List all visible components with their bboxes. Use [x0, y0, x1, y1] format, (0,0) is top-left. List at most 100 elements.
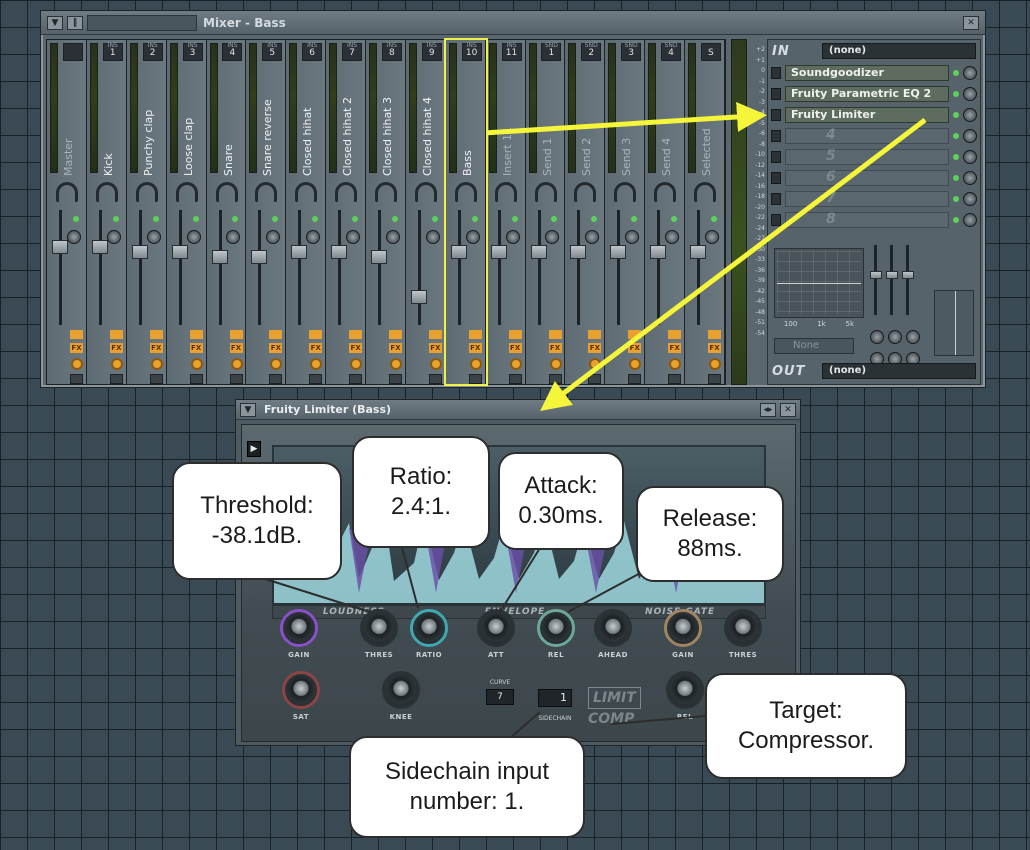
slot-name[interactable]: Fruity Limiter — [785, 106, 949, 123]
menu-arrow-icon[interactable]: ▼ — [240, 402, 256, 417]
record-icon[interactable] — [390, 358, 402, 370]
pan-knob[interactable] — [175, 182, 198, 202]
output-select[interactable]: (none) — [822, 363, 976, 379]
mixer-strip[interactable]: INS 9 Closed hihat 4 FX — [405, 40, 446, 384]
fx-button[interactable]: FX — [708, 343, 721, 353]
volume-fader[interactable] — [52, 240, 68, 254]
fx-button[interactable]: FX — [229, 343, 243, 353]
stereo-knob[interactable] — [306, 230, 321, 244]
pan-knob[interactable] — [135, 182, 158, 202]
disk-icon[interactable] — [468, 374, 482, 384]
limiter-knob[interactable] — [666, 671, 704, 709]
route-arrow-icon[interactable] — [269, 330, 283, 339]
route-arrow-icon[interactable] — [109, 330, 123, 339]
mixer-strip[interactable]: INS 10 Bass FX — [443, 38, 488, 386]
disk-icon[interactable] — [588, 374, 602, 384]
disk-icon[interactable] — [628, 374, 642, 384]
fx-button[interactable]: FX — [389, 343, 402, 353]
stereo-knob[interactable] — [505, 230, 520, 244]
stereo-separation-control[interactable] — [934, 290, 974, 356]
eq-graph[interactable] — [774, 248, 864, 318]
route-arrow-icon[interactable] — [389, 330, 402, 339]
stereo-knob[interactable] — [704, 230, 719, 244]
mixer-strip[interactable]: INS 2 Punchy clap FX — [126, 40, 167, 384]
fx-button[interactable]: FX — [468, 343, 482, 353]
strip-number[interactable]: INS 1 — [102, 42, 123, 61]
stereo-knob[interactable] — [545, 230, 560, 244]
grip-icon[interactable]: ‖ — [67, 15, 83, 30]
slot-mix-knob[interactable] — [963, 149, 977, 164]
record-icon[interactable] — [509, 358, 522, 370]
mixer-strip[interactable]: S Selected FX — [685, 40, 725, 384]
mixer-strip[interactable]: SND 3 Send 3 FX — [605, 40, 646, 384]
pan-knob[interactable] — [56, 182, 78, 202]
slot-menu-icon[interactable] — [771, 129, 781, 142]
pan-knob[interactable] — [335, 182, 358, 202]
strip-number[interactable]: SND 3 — [621, 42, 642, 61]
track-select[interactable]: None — [774, 338, 854, 354]
effect-slot[interactable]: 7 — [768, 188, 980, 209]
strip-number[interactable]: INS 3 — [182, 42, 203, 61]
limiter-knob[interactable] — [724, 609, 762, 647]
effect-slot[interactable]: Fruity Limiter — [768, 104, 980, 125]
route-arrow-icon[interactable] — [588, 330, 602, 339]
fx-button[interactable]: FX — [149, 343, 163, 353]
disk-icon[interactable] — [668, 374, 682, 384]
slot-enable-led[interactable] — [953, 216, 959, 223]
effect-slot[interactable]: 8 — [768, 209, 980, 230]
stereo-knob[interactable] — [226, 230, 241, 244]
route-arrow-icon[interactable] — [468, 330, 482, 339]
volume-fader[interactable] — [570, 245, 587, 259]
limiter-knob[interactable] — [537, 609, 575, 647]
record-icon[interactable] — [350, 358, 363, 370]
slot-name[interactable]: 6 — [785, 169, 949, 186]
slot-name[interactable]: 7 — [785, 190, 949, 207]
eq-slider-handle[interactable] — [902, 271, 914, 279]
record-icon[interactable] — [190, 358, 203, 370]
disk-icon[interactable] — [229, 374, 243, 384]
effect-slot[interactable]: 4 — [768, 125, 980, 146]
route-arrow-icon[interactable] — [189, 330, 203, 339]
pan-knob[interactable] — [454, 182, 477, 202]
record-icon[interactable] — [71, 358, 83, 370]
limiter-knob[interactable] — [282, 671, 320, 709]
slot-enable-led[interactable] — [953, 195, 959, 202]
fx-button[interactable]: FX — [668, 343, 682, 353]
fx-button[interactable]: FX — [309, 343, 323, 353]
strip-number[interactable]: SND 4 — [661, 42, 681, 61]
strip-number[interactable]: INS 5 — [262, 42, 283, 61]
pan-knob[interactable] — [255, 182, 278, 202]
strip-number[interactable]: S — [700, 43, 721, 61]
slot-enable-led[interactable] — [953, 111, 959, 118]
slot-menu-icon[interactable] — [771, 108, 781, 121]
limiter-knob[interactable] — [382, 671, 420, 709]
slot-mix-knob[interactable] — [963, 212, 977, 227]
slot-mix-knob[interactable] — [963, 170, 977, 185]
stereo-knob[interactable] — [625, 230, 640, 244]
pan-knob[interactable] — [654, 182, 677, 202]
curve-value[interactable]: 7 — [486, 689, 514, 705]
slot-mix-knob[interactable] — [963, 128, 977, 143]
pan-knob[interactable] — [295, 182, 318, 202]
volume-fader[interactable] — [291, 245, 308, 259]
strip-number[interactable]: SND 1 — [541, 42, 562, 61]
fx-button[interactable]: FX — [349, 343, 363, 353]
close-icon[interactable]: ✕ — [780, 402, 796, 417]
stereo-knob[interactable] — [585, 230, 600, 244]
slot-menu-icon[interactable] — [771, 66, 781, 79]
slot-mix-knob[interactable] — [963, 86, 977, 101]
slot-menu-icon[interactable] — [771, 192, 781, 205]
record-icon[interactable] — [709, 358, 721, 370]
disk-icon[interactable] — [428, 374, 442, 384]
strip-number[interactable]: INS 6 — [302, 42, 323, 61]
fx-button[interactable]: FX — [588, 343, 602, 353]
mute-led[interactable] — [551, 216, 558, 222]
record-icon[interactable] — [549, 358, 562, 370]
mute-led[interactable] — [471, 216, 478, 222]
disk-icon[interactable] — [189, 374, 203, 384]
fx-button[interactable]: FX — [428, 343, 442, 353]
route-arrow-icon[interactable] — [229, 330, 243, 339]
mute-led[interactable] — [232, 216, 239, 222]
comp-option[interactable]: COMP — [588, 711, 634, 727]
strip-number[interactable]: INS 8 — [381, 42, 402, 61]
